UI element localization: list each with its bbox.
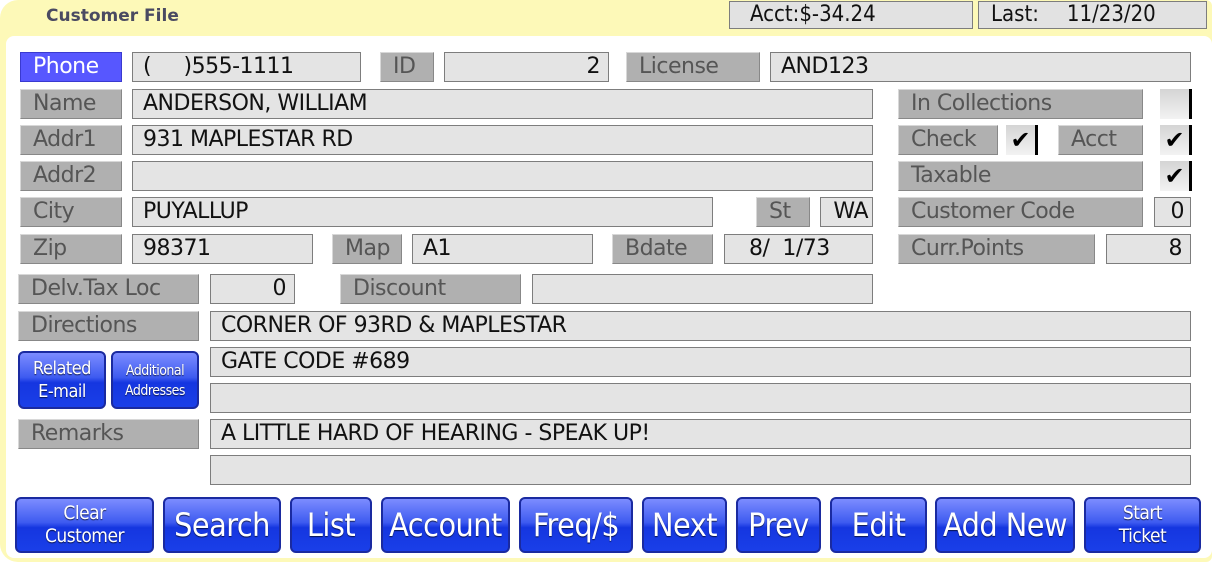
bdate-label[interactable]: Bdate (612, 234, 713, 264)
remarks-field-2[interactable] (210, 455, 1191, 485)
clear-customer-button[interactable]: Clear Customer (15, 497, 154, 553)
related-email-line1: Related (33, 358, 91, 379)
customer-code-field[interactable]: 0 (1154, 197, 1191, 227)
remarks-field-1[interactable]: A LITTLE HARD OF HEARING - SPEAK UP! (210, 419, 1191, 449)
addr1-label[interactable]: Addr1 (20, 125, 122, 155)
add-new-button[interactable]: Add New (935, 497, 1075, 553)
phone-label[interactable]: Phone (20, 52, 122, 82)
city-field[interactable]: PUYALLUP (132, 197, 713, 227)
zip-field[interactable]: 98371 (132, 234, 313, 264)
acct-checkbox[interactable]: ✔ (1160, 125, 1192, 155)
directions-field-3[interactable] (210, 383, 1191, 413)
start-ticket-line1: Start (1122, 502, 1163, 524)
window-title: Customer File (46, 6, 179, 26)
delv-tax-loc-field[interactable]: 0 (210, 274, 295, 304)
map-label[interactable]: Map (332, 234, 402, 264)
in-collections-checkbox[interactable] (1160, 89, 1192, 119)
search-button[interactable]: Search (163, 497, 281, 553)
next-button[interactable]: Next (642, 497, 727, 553)
account-button[interactable]: Account (381, 497, 510, 553)
taxable-checkbox[interactable]: ✔ (1160, 161, 1192, 191)
in-collections-label: In Collections (898, 89, 1143, 119)
state-field[interactable]: WA (820, 197, 873, 227)
bdate-field[interactable]: 8/ 1/73 (724, 234, 873, 264)
id-field[interactable]: 2 (444, 52, 609, 82)
directions-field-2[interactable]: GATE CODE #689 (210, 347, 1191, 377)
license-field[interactable]: AND123 (770, 52, 1191, 82)
additional-addresses-button[interactable]: Additional Addresses (111, 351, 199, 409)
city-label[interactable]: City (20, 197, 122, 227)
edit-button[interactable]: Edit (830, 497, 927, 553)
account-balance: Acct:$-34.24 (729, 1, 973, 29)
name-label[interactable]: Name (20, 89, 122, 119)
remarks-label[interactable]: Remarks (18, 419, 199, 449)
name-field[interactable]: ANDERSON, WILLIAM (132, 89, 873, 119)
related-email-line2: E-mail (38, 381, 86, 402)
clear-customer-line1: Clear (63, 502, 106, 524)
addr1-field[interactable]: 931 MAPLESTAR RD (132, 125, 873, 155)
id-label[interactable]: ID (380, 52, 434, 82)
state-label[interactable]: St (756, 197, 810, 227)
discount-label[interactable]: Discount (340, 274, 521, 304)
additional-addresses-line1: Additional (125, 363, 185, 379)
curr-points-label: Curr.Points (898, 234, 1095, 264)
addr2-label[interactable]: Addr2 (20, 161, 122, 191)
last-date: 11/23/20 (1066, 2, 1156, 27)
curr-points-field[interactable]: 8 (1106, 234, 1191, 264)
taxable-label: Taxable (898, 161, 1143, 191)
list-button[interactable]: List (290, 497, 372, 553)
map-field[interactable]: A1 (412, 234, 593, 264)
clear-customer-line2: Customer (44, 525, 125, 547)
phone-field[interactable]: ( )555-1111 (132, 52, 361, 82)
license-label[interactable]: License (626, 52, 760, 82)
directions-label[interactable]: Directions (18, 311, 199, 341)
check-label: Check (898, 125, 998, 155)
customer-code-label: Customer Code (898, 197, 1143, 227)
freq-button[interactable]: Freq/$ (519, 497, 633, 553)
zip-label[interactable]: Zip (20, 234, 122, 264)
related-email-button[interactable]: Related E-mail (18, 351, 106, 409)
delv-tax-loc-label[interactable]: Delv.Tax Loc (18, 274, 199, 304)
discount-field[interactable] (532, 274, 873, 304)
check-checkbox[interactable]: ✔ (1006, 125, 1038, 155)
directions-field-1[interactable]: CORNER OF 93RD & MAPLESTAR (210, 311, 1191, 341)
prev-button[interactable]: Prev (736, 497, 821, 553)
acct-label: Acct (1058, 125, 1143, 155)
additional-addresses-line2: Addresses (125, 383, 185, 399)
start-ticket-button[interactable]: Start Ticket (1084, 497, 1201, 553)
addr2-field[interactable] (132, 161, 873, 191)
start-ticket-line2: Ticket (1118, 525, 1167, 547)
last-label: Last: (991, 2, 1039, 27)
last-visit: Last: 11/23/20 (978, 1, 1207, 29)
